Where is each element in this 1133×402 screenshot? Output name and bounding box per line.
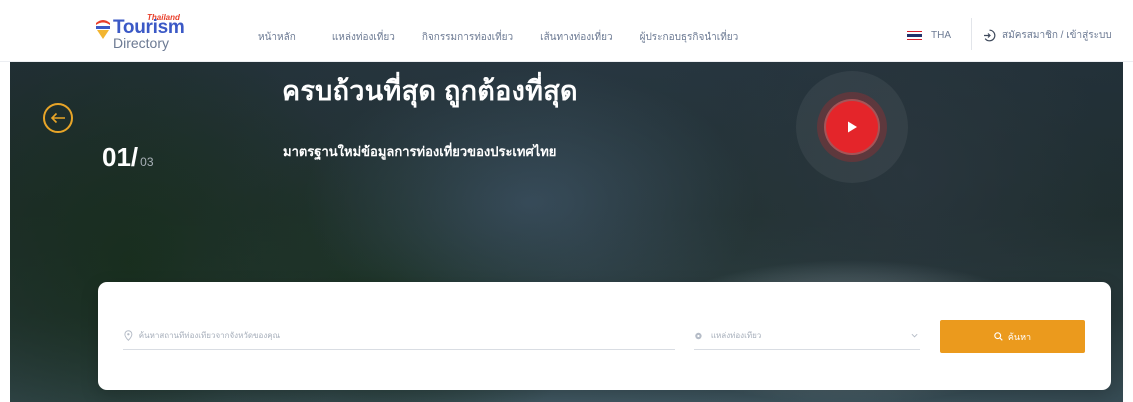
chevron-down-icon xyxy=(911,333,918,338)
category-select-input[interactable] xyxy=(710,331,911,340)
slide-total: 03 xyxy=(140,155,154,169)
arrow-left-icon xyxy=(50,112,65,124)
search-panel: ค้นหา xyxy=(98,282,1111,390)
login-icon xyxy=(984,29,996,42)
play-video-ring xyxy=(817,92,887,162)
gear-icon xyxy=(695,332,702,339)
nav-item-routes[interactable]: เส้นทางท่องเที่ยว xyxy=(540,32,612,44)
language-code: THA xyxy=(931,30,951,41)
prev-slide-button[interactable] xyxy=(43,103,73,133)
login-label: สมัครสมาชิก / เข้าสู่ระบบ xyxy=(1002,30,1112,41)
thai-flag-icon xyxy=(907,30,922,41)
play-icon xyxy=(848,121,857,133)
logo-mark-icon xyxy=(96,20,110,39)
slide-counter: 01/03 xyxy=(102,142,154,172)
login-register-link[interactable]: สมัครสมาชิก / เข้าสู่ระบบ xyxy=(983,28,1112,43)
language-selector[interactable]: THA xyxy=(907,30,951,41)
header-divider xyxy=(971,18,972,50)
hero-headline: ครบถ้วนที่สุด ถูกต้องที่สุด xyxy=(282,76,578,106)
search-icon xyxy=(994,332,1003,341)
search-button[interactable]: ค้นหา xyxy=(940,320,1085,353)
location-search-input[interactable] xyxy=(138,331,675,340)
slide-current: 01/ xyxy=(102,142,139,172)
search-button-label: ค้นหา xyxy=(1007,331,1032,342)
location-pin-icon xyxy=(124,330,133,341)
category-select[interactable] xyxy=(694,322,920,350)
nav-item-home[interactable]: หน้าหลัก xyxy=(258,32,296,44)
play-video-halo xyxy=(796,71,908,183)
nav-item-attractions[interactable]: แหล่งท่องเที่ยว xyxy=(332,32,395,44)
nav-item-activities[interactable]: กิจกรรมการท่องเที่ยว xyxy=(422,32,513,44)
brand-logo[interactable]: Thailand Tourism Directory xyxy=(95,13,205,53)
play-video-button[interactable] xyxy=(826,101,878,153)
location-search-field xyxy=(123,322,675,350)
brand-sub: Directory xyxy=(113,35,170,51)
nav-item-tour-operators[interactable]: ผู้ประกอบธุรกิจนำเที่ยว xyxy=(640,32,739,44)
site-header: Thailand Tourism Directory หน้าหลัก แหล่… xyxy=(0,0,1133,62)
main-nav: หน้าหลัก แหล่งท่องเที่ยว กิจกรรมการท่องเ… xyxy=(258,32,768,44)
hero-subline: มาตรฐานใหม่ข้อมูลการท่องเที่ยวของประเทศไ… xyxy=(283,144,557,159)
